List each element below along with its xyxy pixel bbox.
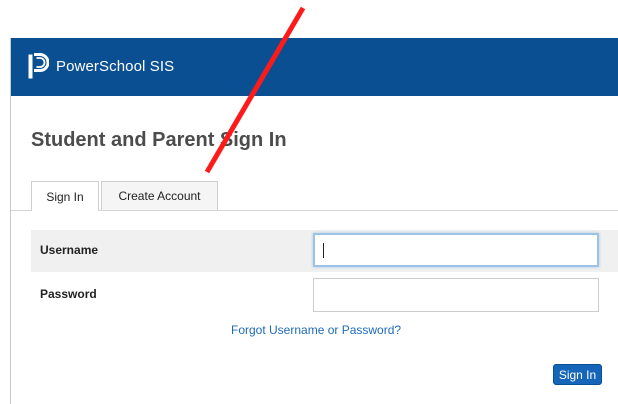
screenshot-stage: PowerSchool SIS Student and Parent Sign … bbox=[0, 0, 618, 404]
tab-create-account-label: Create Account bbox=[118, 189, 201, 203]
tab-sign-in[interactable]: Sign In bbox=[31, 181, 99, 211]
text-cursor bbox=[323, 243, 324, 258]
password-row: Password bbox=[31, 274, 618, 316]
tab-create-account[interactable]: Create Account bbox=[101, 181, 218, 210]
page-title: Student and Parent Sign In bbox=[31, 129, 287, 151]
forgot-credentials-link[interactable]: Forgot Username or Password? bbox=[231, 323, 401, 337]
username-input[interactable] bbox=[313, 233, 599, 267]
app-header: PowerSchool SIS bbox=[11, 38, 618, 96]
password-label: Password bbox=[40, 287, 97, 301]
username-label: Username bbox=[40, 243, 99, 257]
brand-name: PowerSchool SIS bbox=[56, 58, 175, 75]
sign-in-button[interactable]: Sign In bbox=[553, 364, 602, 385]
login-card: PowerSchool SIS Student and Parent Sign … bbox=[10, 38, 618, 404]
tab-divider bbox=[11, 210, 618, 211]
password-input[interactable] bbox=[313, 278, 599, 312]
tab-sign-in-label: Sign In bbox=[46, 189, 84, 204]
powerschool-logo-icon bbox=[28, 53, 49, 79]
username-row: Username bbox=[31, 230, 618, 272]
